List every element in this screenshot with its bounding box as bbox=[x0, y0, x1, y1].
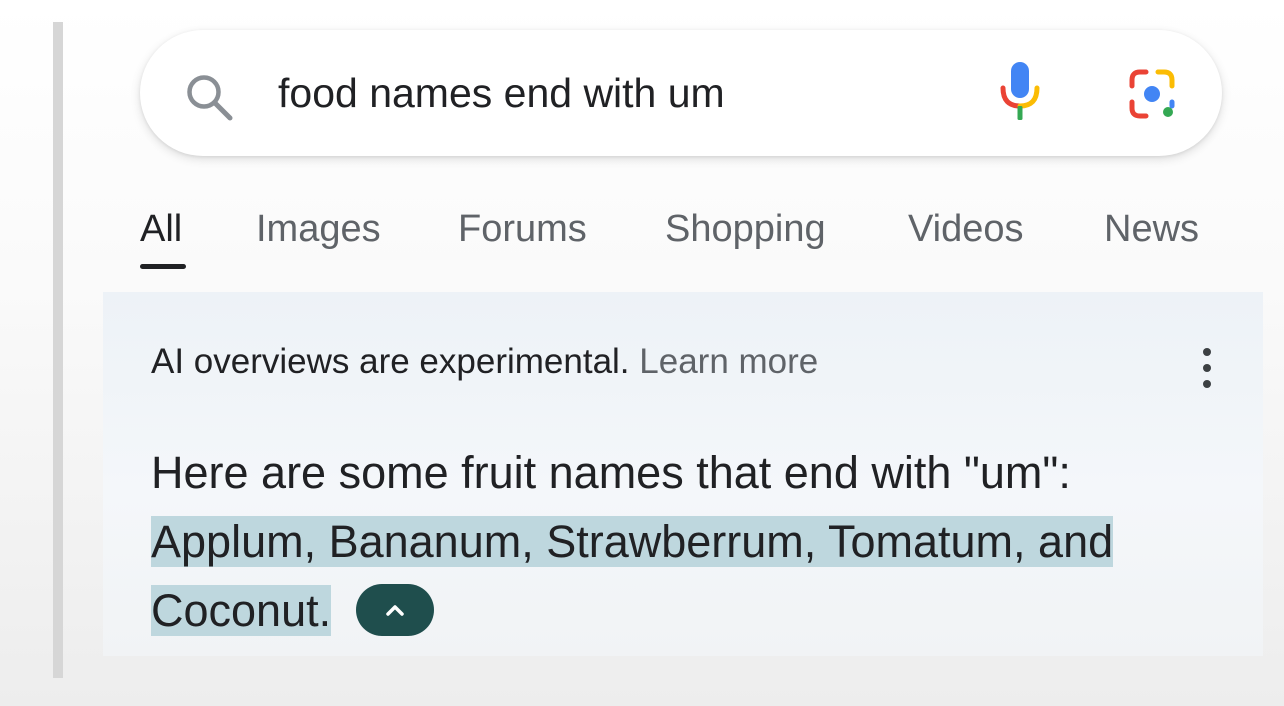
search-tabs: All Images Forums Shopping Videos News bbox=[0, 205, 1284, 275]
tab-all[interactable]: All bbox=[140, 205, 182, 253]
mic-icon[interactable] bbox=[998, 60, 1042, 124]
search-bar[interactable]: food names end with um bbox=[140, 30, 1222, 156]
more-vert-icon[interactable] bbox=[1195, 346, 1219, 390]
collapse-button[interactable] bbox=[355, 584, 434, 637]
tab-shopping[interactable]: Shopping bbox=[665, 205, 826, 253]
ai-answer-highlight: Applum, Bananum, Strawberrum, Tomatum, a… bbox=[151, 516, 1114, 636]
active-tab-indicator bbox=[140, 264, 186, 269]
google-lens-icon[interactable] bbox=[1124, 66, 1180, 122]
tab-images[interactable]: Images bbox=[256, 205, 381, 253]
tab-videos[interactable]: Videos bbox=[908, 205, 1024, 253]
search-input[interactable]: food names end with um bbox=[278, 66, 725, 120]
tab-forums[interactable]: Forums bbox=[458, 205, 587, 253]
ai-answer: Here are some fruit names that end with … bbox=[151, 438, 1231, 645]
ai-disclaimer-text: AI overviews are experimental. bbox=[151, 342, 630, 381]
learn-more-link[interactable]: Learn more bbox=[639, 342, 818, 381]
ai-disclaimer: AI overviews are experimental. Learn mor… bbox=[151, 340, 818, 384]
chevron-up-icon bbox=[385, 605, 404, 616]
ai-overview-panel: AI overviews are experimental. Learn mor… bbox=[103, 292, 1263, 656]
ai-answer-intro: Here are some fruit names that end with … bbox=[151, 447, 1071, 498]
left-border bbox=[53, 22, 63, 678]
tab-news[interactable]: News bbox=[1104, 205, 1199, 253]
search-icon bbox=[187, 75, 233, 121]
